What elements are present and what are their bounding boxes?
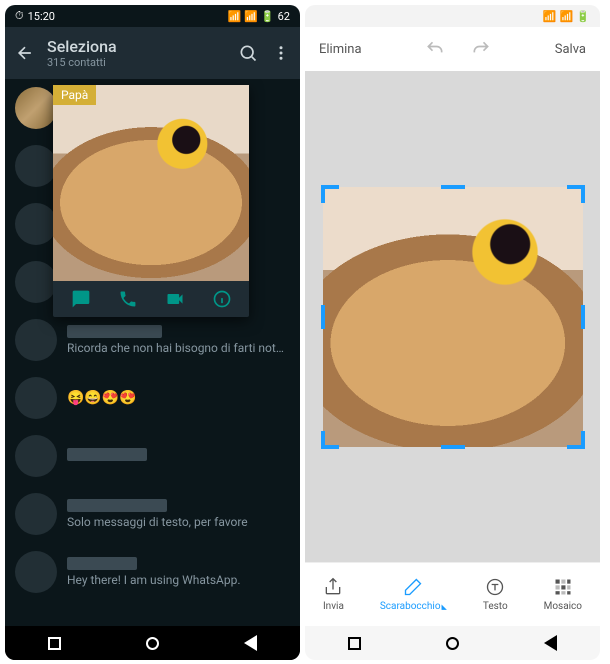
page-subtitle: 315 contatti xyxy=(47,56,238,69)
home-button[interactable] xyxy=(146,637,159,650)
crop-handle-bl[interactable] xyxy=(321,431,339,449)
phone-whatsapp: ⏱ 15:20 📶 📶 🔋 62 Seleziona 315 contatti … xyxy=(5,5,300,660)
redacted xyxy=(67,448,147,461)
signal-icon: 📶 xyxy=(543,10,557,23)
profile-popup: Papà xyxy=(53,85,249,317)
avatar xyxy=(15,493,57,535)
crop-handle-br[interactable] xyxy=(567,431,585,449)
avatar xyxy=(15,551,57,593)
tool-doodle[interactable]: Scarabocchio◣ xyxy=(380,577,447,612)
list-item[interactable]: Hey there! I am using WhatsApp. xyxy=(5,543,300,601)
redo-icon[interactable] xyxy=(471,39,491,59)
editor-topbar: Elimina Salva xyxy=(305,27,600,71)
tool-send[interactable]: Invia xyxy=(323,577,344,612)
crop-handle-b[interactable] xyxy=(441,445,465,449)
crop-handle-r[interactable] xyxy=(581,305,585,329)
status-bar: ⏱ 15:20 📶 📶 🔋 62 xyxy=(5,5,300,27)
tool-row: Invia Scarabocchio◣ Testo Mosaico xyxy=(305,562,600,626)
crop-handle-tr[interactable] xyxy=(567,185,585,203)
back-icon[interactable] xyxy=(15,43,35,63)
battery-pct: 62 xyxy=(278,10,290,23)
avatar xyxy=(15,145,57,187)
popup-name: Papà xyxy=(53,85,96,105)
recents-button[interactable] xyxy=(48,637,61,650)
video-icon[interactable] xyxy=(165,289,185,309)
mosaic-icon xyxy=(553,577,573,597)
avatar xyxy=(15,319,57,361)
recents-button[interactable] xyxy=(348,637,361,650)
app-bar: Seleziona 315 contatti xyxy=(5,27,300,79)
msg-preview: Hey there! I am using WhatsApp. xyxy=(67,573,290,587)
undo-icon[interactable] xyxy=(425,39,445,59)
msg-preview: 😝😄😍😍 xyxy=(67,390,290,406)
share-icon xyxy=(323,577,343,597)
back-button[interactable] xyxy=(244,635,257,651)
tool-text[interactable]: Testo xyxy=(483,577,508,612)
msg-preview: Solo messaggi di testo, per favore xyxy=(67,515,290,529)
list-item[interactable] xyxy=(5,427,300,485)
status-bar: 📶 📶 🔋 xyxy=(305,5,600,27)
system-navbar xyxy=(5,626,300,660)
redacted xyxy=(67,499,167,512)
signal-icon: 📶 xyxy=(228,10,242,23)
page-title: Seleziona xyxy=(47,37,238,56)
tool-label: Mosaico xyxy=(544,601,582,612)
msg-preview: Ricorda che non hai bisogno di farti not… xyxy=(67,341,290,355)
crop-handle-t[interactable] xyxy=(441,185,465,189)
chat-icon[interactable] xyxy=(71,289,91,309)
phone-editor: 📶 📶 🔋 Elimina Salva Invia xyxy=(305,5,600,660)
tool-label: Testo xyxy=(483,601,508,612)
list-item[interactable]: Ricorda che non hai bisogno di farti not… xyxy=(5,311,300,369)
info-icon[interactable] xyxy=(212,289,232,309)
crop-handle-l[interactable] xyxy=(321,305,325,329)
contact-list[interactable]: Papà ★★ ci sal Ricorda che non hai bisog… xyxy=(5,79,300,626)
redacted xyxy=(67,557,137,570)
back-button[interactable] xyxy=(544,635,557,651)
save-button[interactable]: Salva xyxy=(555,42,586,57)
redacted xyxy=(67,325,162,338)
clock-icon: ⏱ xyxy=(15,9,24,23)
phone-icon[interactable] xyxy=(118,289,138,309)
text-icon xyxy=(485,577,505,597)
list-item[interactable]: 😝😄😍😍 xyxy=(5,369,300,427)
battery-icon: 🔋 xyxy=(576,10,590,23)
avatar xyxy=(15,203,57,245)
delete-button[interactable]: Elimina xyxy=(319,42,362,57)
avatar xyxy=(15,261,57,303)
system-navbar xyxy=(305,626,600,660)
avatar xyxy=(15,377,57,419)
wifi-icon: 📶 xyxy=(244,10,258,23)
editor-image xyxy=(323,187,583,447)
editor-canvas[interactable] xyxy=(305,71,600,562)
avatar xyxy=(15,435,57,477)
wifi-icon: 📶 xyxy=(560,10,574,23)
home-button[interactable] xyxy=(446,637,459,650)
status-time: 15:20 xyxy=(28,10,55,23)
more-icon[interactable] xyxy=(272,44,290,62)
tool-label: Invia xyxy=(323,601,344,612)
battery-icon: 🔋 xyxy=(261,10,275,23)
eraser-icon xyxy=(403,577,423,597)
crop-frame[interactable] xyxy=(323,187,583,447)
search-icon[interactable] xyxy=(238,43,258,63)
avatar xyxy=(15,87,57,129)
crop-handle-tl[interactable] xyxy=(321,185,339,203)
tool-mosaic[interactable]: Mosaico xyxy=(544,577,582,612)
list-item[interactable]: Solo messaggi di testo, per favore xyxy=(5,485,300,543)
tool-label: Scarabocchio◣ xyxy=(380,601,447,612)
profile-photo[interactable] xyxy=(53,85,249,281)
